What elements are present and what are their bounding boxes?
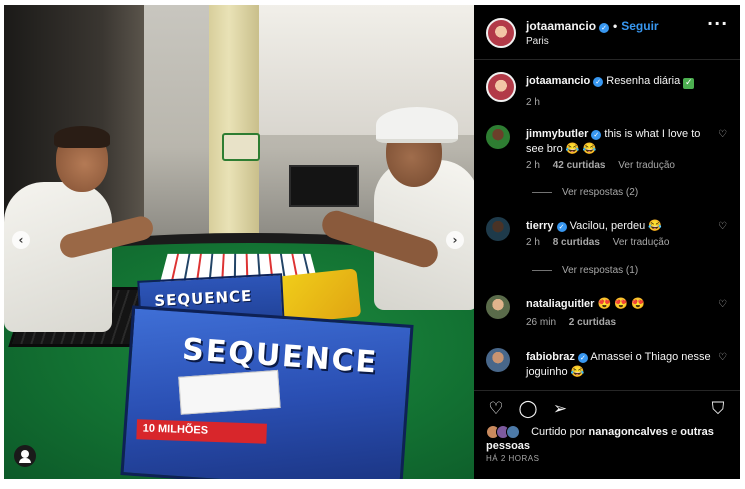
person-right-cap <box>376 107 458 143</box>
verified-badge-icon: ✓ <box>577 353 588 363</box>
comment-likes[interactable]: 2 curtidas <box>569 317 616 328</box>
comment-avatar[interactable] <box>486 295 510 319</box>
more-options-icon[interactable]: ··· <box>707 16 727 34</box>
post-header: jotaamancio ✓ • Seguir Paris ··· <box>474 5 740 60</box>
comment-avatar[interactable] <box>486 348 510 372</box>
post-timestamp: HÁ 2 HORAS <box>486 454 540 463</box>
author-username[interactable]: jotaamancio <box>526 19 596 33</box>
person-left-shirt <box>4 182 112 332</box>
liked-by-user[interactable]: nanagoncalves <box>589 426 668 438</box>
post-action-bar: ♡ ◯ ➢ ⛉ <box>474 390 740 420</box>
chevron-left-icon[interactable]: ‹ <box>12 231 30 249</box>
liker-avatars <box>486 425 526 440</box>
author-avatar[interactable] <box>486 18 516 48</box>
comment-like-heart-icon[interactable]: ♡ <box>718 221 730 233</box>
caption-body: jotaamancio ✓ Resenha diária ✓ <box>526 74 716 89</box>
comment-like-heart-icon[interactable]: ♡ <box>718 299 730 311</box>
verified-badge-icon: ✓ <box>593 77 604 87</box>
liked-by-summary: Curtido por nanagoncalves e outras pesso… <box>486 425 736 453</box>
comment-meta: 2 h 8 curtidas Ver tradução <box>526 237 679 248</box>
comment-username[interactable]: tierry <box>526 220 554 232</box>
chevron-right-icon[interactable]: › <box>446 231 464 249</box>
paper-plane-icon[interactable]: ➢ <box>550 399 570 419</box>
comment-avatar[interactable] <box>486 217 510 241</box>
comment-time: 2 h <box>526 160 540 171</box>
comment-text: Vacilou, perdeu 😂 <box>569 220 662 232</box>
caption-meta: 2 h <box>526 97 550 108</box>
comment-body: tierry ✓ Vacilou, perdeu 😂 <box>526 219 716 234</box>
caption-time: 2 h <box>526 97 540 108</box>
comment-time: 26 min <box>526 317 557 328</box>
post-location[interactable]: Paris <box>526 36 549 47</box>
heart-outline-icon[interactable]: ♡ <box>486 399 506 419</box>
verified-badge-icon: ✓ <box>599 23 610 33</box>
photo-person-right <box>314 105 474 315</box>
game-box-back-title: SEQUENCE <box>153 286 253 310</box>
post-photo[interactable]: SEQUENCE SEQUENCE 10 MILHÕES ‹ › <box>4 5 474 479</box>
photo-game-box-front: SEQUENCE 10 MILHÕES <box>120 305 414 479</box>
photo-pillar <box>209 5 259 240</box>
photo-wall-sign <box>222 133 260 161</box>
bookmark-icon[interactable]: ⛉ <box>708 399 728 419</box>
comment-like-heart-icon[interactable]: ♡ <box>718 352 730 364</box>
comment-text: 😍 😍 😍 <box>597 298 645 310</box>
comment-bubble-icon[interactable]: ◯ <box>518 399 538 419</box>
game-box-cards <box>178 369 281 415</box>
follow-button[interactable]: Seguir <box>621 19 658 33</box>
view-replies-button[interactable]: Ver respostas (1) <box>532 265 638 276</box>
comment-username[interactable]: nataliaguitler <box>526 298 594 310</box>
comment-likes[interactable]: 42 curtidas <box>553 160 606 171</box>
check-mark-emoji-icon: ✓ <box>683 78 695 89</box>
comment-avatar[interactable] <box>486 125 510 149</box>
liked-by-prefix: Curtido por <box>531 426 586 438</box>
caption-text: Resenha diária <box>606 75 681 87</box>
comment-time: 2 h <box>526 237 540 248</box>
verified-badge-icon: ✓ <box>591 130 602 140</box>
comment-meta: 2 h 42 curtidas Ver tradução <box>526 160 685 171</box>
view-replies-button[interactable]: Ver respostas (2) <box>532 187 638 198</box>
header-separator: • <box>613 19 618 33</box>
verified-badge-icon: ✓ <box>556 222 567 232</box>
post-side-panel: jotaamancio ✓ • Seguir Paris ··· jotaamanci… <box>474 5 740 479</box>
instagram-post-window: SEQUENCE SEQUENCE 10 MILHÕES ‹ › jotaama… <box>4 5 740 479</box>
caption-avatar[interactable] <box>486 72 516 102</box>
person-left-hair <box>54 126 110 148</box>
comment-body: nataliaguitler 😍 😍 😍 <box>526 297 716 312</box>
comment-meta: 26 min 2 curtidas <box>526 317 626 328</box>
liked-by-middle: e <box>671 426 678 438</box>
comment-body: jimmybutler ✓ this is what I love to see … <box>526 127 716 157</box>
translate-link[interactable]: Ver tradução <box>613 237 670 248</box>
comment-username[interactable]: fabiobraz <box>526 351 575 363</box>
translate-link[interactable]: Ver tradução <box>618 160 675 171</box>
comment-username[interactable]: jimmybutler <box>526 128 588 140</box>
game-box-front-title: SEQUENCE <box>181 332 380 381</box>
comment-likes[interactable]: 8 curtidas <box>553 237 600 248</box>
caption-username[interactable]: jotaamancio <box>526 75 590 87</box>
user-tag-icon[interactable] <box>14 445 36 467</box>
game-box-banner: 10 MILHÕES <box>136 419 267 444</box>
comment-body: fabiobraz ✓ Amassei o Thiago nesse joguin… <box>526 350 716 380</box>
comment-like-heart-icon[interactable]: ♡ <box>718 129 730 141</box>
author-line: jotaamancio ✓ • Seguir <box>526 19 659 33</box>
